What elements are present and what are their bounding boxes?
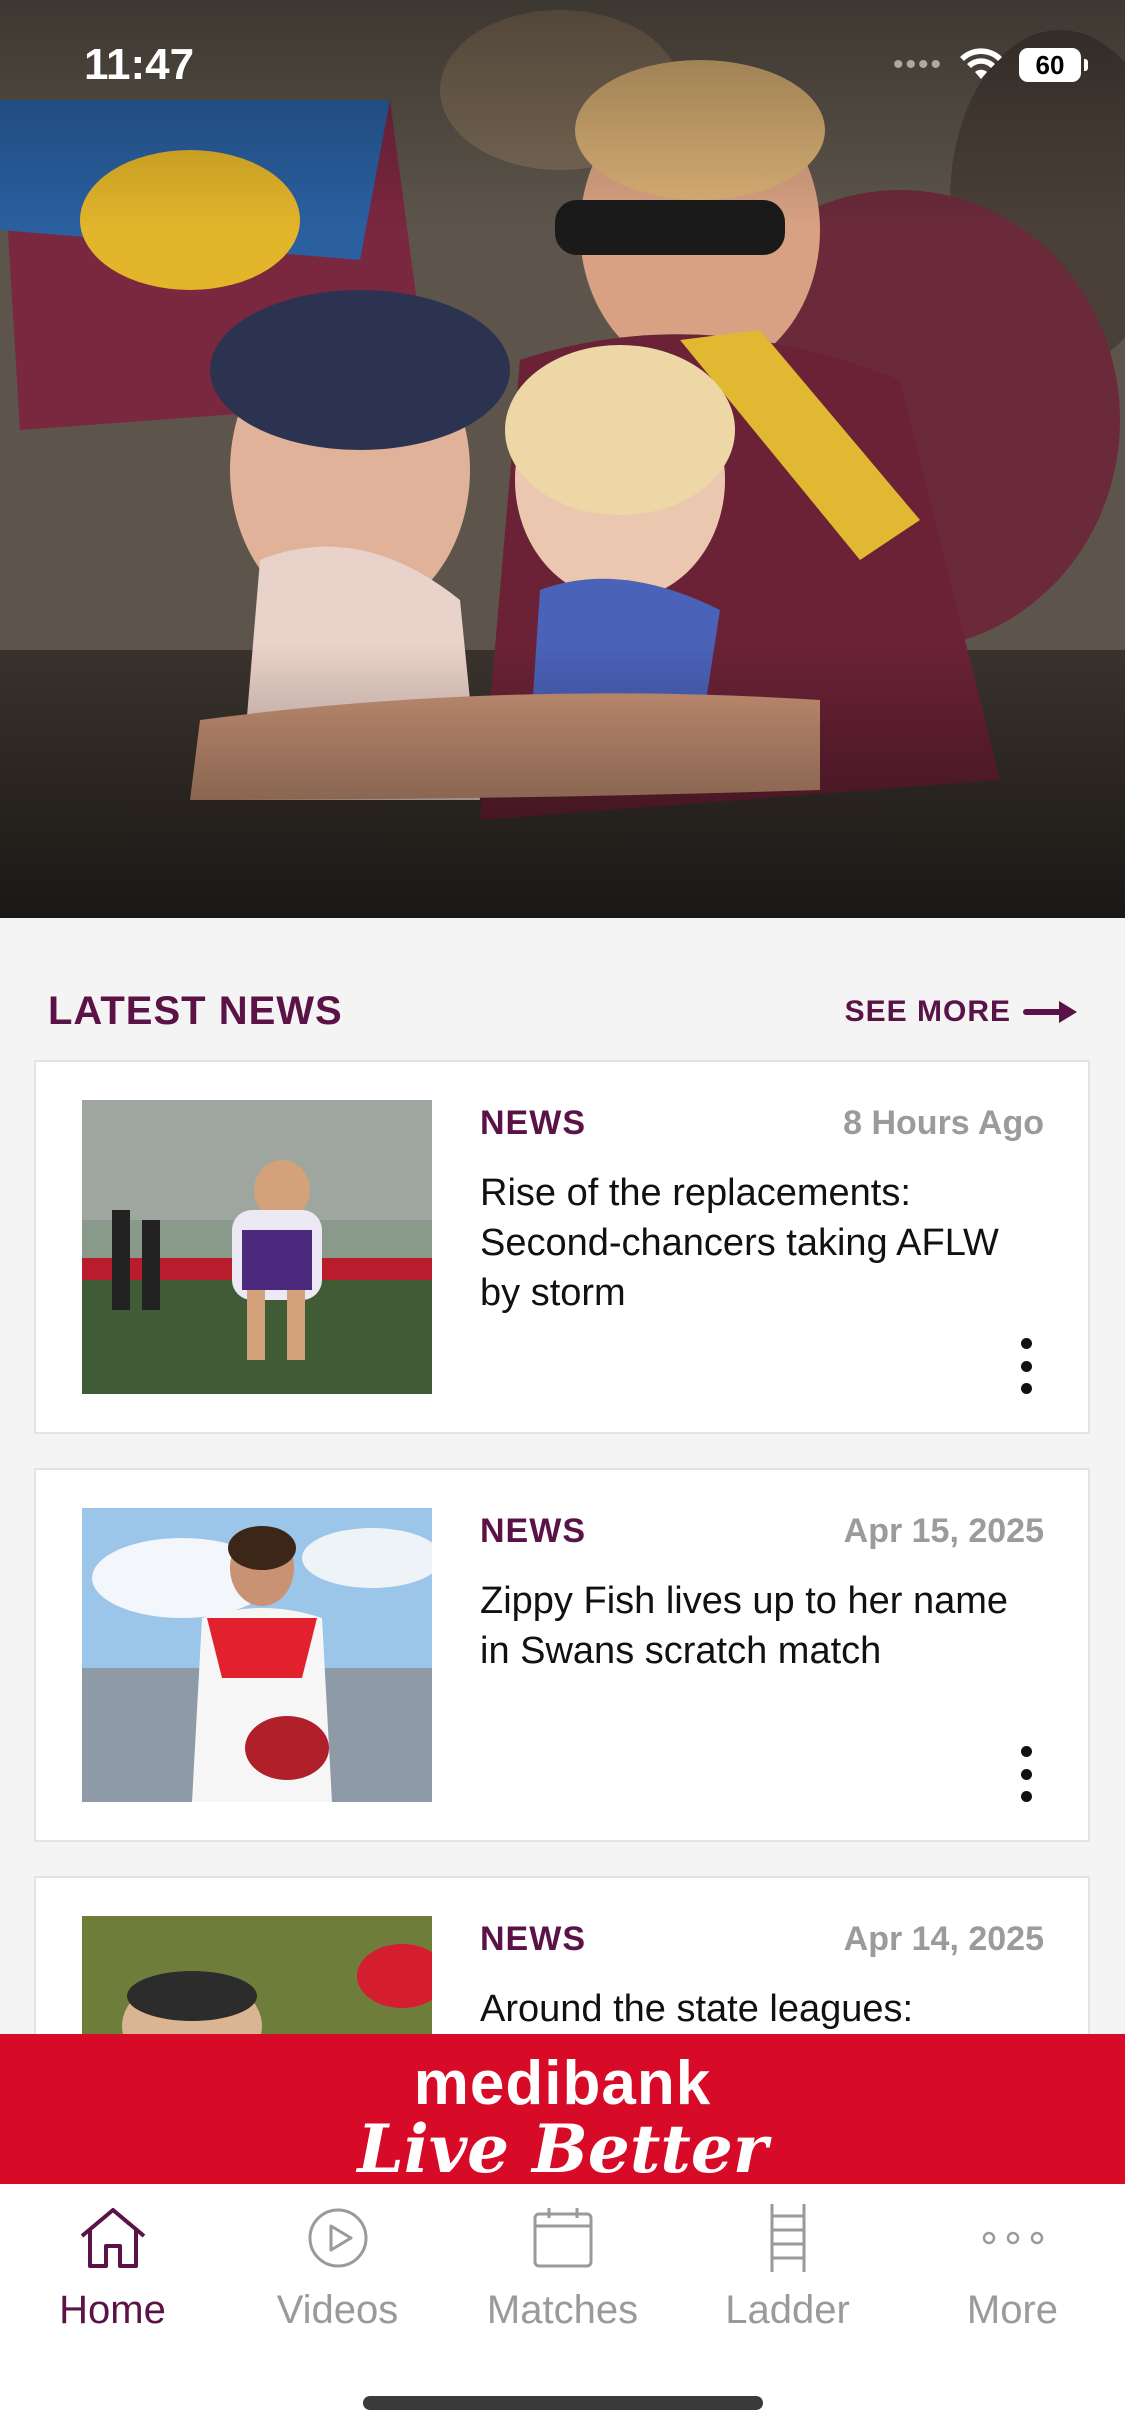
news-headline: Around the state leagues: bbox=[480, 1988, 914, 2030]
more-dots-icon bbox=[982, 2231, 1043, 2245]
news-headline: Rise of the replacements: Second-chancer… bbox=[480, 1172, 999, 1314]
news-card[interactable]: NEWS 8 Hours Ago Rise of the replacement… bbox=[34, 1060, 1090, 1434]
tab-home[interactable]: Home bbox=[0, 2198, 225, 2338]
more-options-icon[interactable] bbox=[1018, 1338, 1034, 1394]
tab-ladder[interactable]: Ladder bbox=[675, 2198, 900, 2338]
arrow-right-icon bbox=[1023, 1001, 1077, 1023]
tab-videos[interactable]: Videos bbox=[225, 2198, 450, 2338]
news-thumbnail bbox=[82, 1100, 432, 1394]
tab-label: Home bbox=[59, 2288, 166, 2332]
news-headline: Zippy Fish lives up to her name in Swans… bbox=[480, 1580, 1009, 1672]
wifi-icon bbox=[960, 48, 1002, 79]
section-title: LATEST NEWS bbox=[48, 989, 343, 1033]
tab-matches[interactable]: Matches bbox=[450, 2198, 675, 2338]
see-more-label: SEE MORE bbox=[844, 995, 1011, 1028]
news-date: Apr 14, 2025 bbox=[843, 1920, 1044, 1958]
tab-label: Ladder bbox=[725, 2288, 850, 2332]
news-thumbnail bbox=[82, 1508, 432, 1802]
news-card[interactable]: NEWS Apr 15, 2025 Zippy Fish lives up to… bbox=[34, 1468, 1090, 1842]
sponsor-logo-text: medibank bbox=[413, 2049, 712, 2118]
calendar-icon bbox=[533, 2208, 592, 2268]
battery-icon: 60 bbox=[1019, 48, 1088, 82]
tab-label: Videos bbox=[276, 2288, 399, 2332]
status-bar: 11:47 •••• 60 bbox=[0, 0, 1125, 140]
more-options-icon[interactable] bbox=[1018, 1746, 1034, 1802]
news-date: Apr 15, 2025 bbox=[843, 1512, 1044, 1550]
news-date: 8 Hours Ago bbox=[843, 1104, 1044, 1142]
sponsor-banner[interactable]: medibank Live Better bbox=[0, 2034, 1125, 2188]
home-indicator[interactable] bbox=[363, 2396, 763, 2410]
news-category: NEWS bbox=[480, 1104, 586, 1142]
sponsor-tagline: Live Better bbox=[357, 2110, 768, 2188]
status-time: 11:47 bbox=[84, 40, 195, 89]
tab-label: Matches bbox=[486, 2288, 639, 2332]
news-category: NEWS bbox=[480, 1920, 586, 1958]
tab-more[interactable]: More bbox=[900, 2198, 1125, 2338]
see-more-link[interactable]: SEE MORE bbox=[845, 995, 1079, 1029]
ladder-icon bbox=[770, 2204, 805, 2272]
play-icon bbox=[308, 2208, 367, 2268]
news-category: NEWS bbox=[480, 1512, 586, 1550]
home-icon bbox=[80, 2208, 145, 2268]
latest-news-header: LATEST NEWS SEE MORE bbox=[0, 975, 1125, 1055]
tab-label: More bbox=[966, 2288, 1059, 2332]
signal-dots-icon: •••• bbox=[892, 48, 943, 81]
